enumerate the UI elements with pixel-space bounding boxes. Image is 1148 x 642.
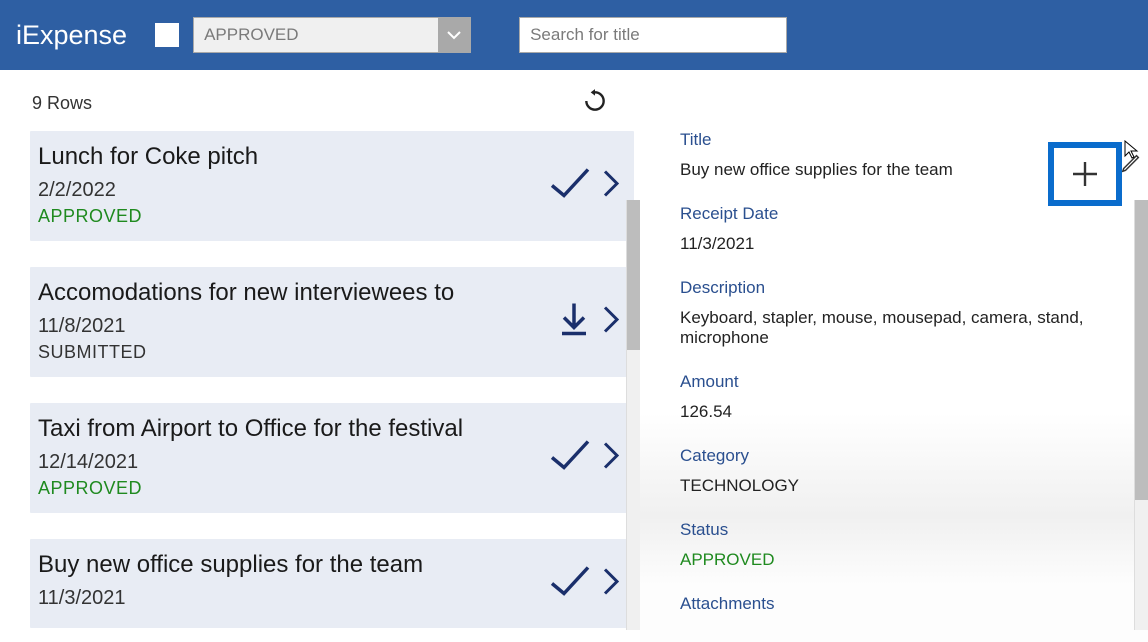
expense-card-status: SUBMITTED [38, 342, 616, 363]
expense-card-date: 11/3/2021 [38, 587, 616, 610]
expense-card-title: Taxi from Airport to Office for the fest… [38, 415, 616, 443]
expense-card[interactable]: Buy new office supplies for the team 11/3… [30, 539, 634, 628]
detail-label-attachments: Attachments [680, 594, 1118, 614]
filter-checkbox[interactable] [155, 23, 179, 47]
cursor-icon [1124, 140, 1140, 165]
list-scrollbar[interactable] [626, 200, 640, 630]
expense-card[interactable]: Accomodations for new interviewees to 11/… [30, 267, 634, 377]
expense-card[interactable]: Taxi from Airport to Office for the fest… [30, 403, 634, 513]
app-title: iExpense [16, 20, 127, 51]
filter-dropdown-value: APPROVED [194, 18, 438, 52]
chevron-right-icon[interactable] [602, 566, 620, 601]
expense-card-title: Lunch for Coke pitch [38, 143, 616, 171]
check-icon[interactable] [548, 438, 592, 479]
chevron-right-icon[interactable] [602, 441, 620, 476]
expense-card-actions [548, 438, 620, 479]
expense-card-actions [556, 300, 620, 345]
add-button[interactable] [1048, 142, 1122, 206]
detail-label-status: Status [680, 520, 1118, 540]
chevron-right-icon[interactable] [602, 305, 620, 340]
detail-value-description: Keyboard, stapler, mouse, mousepad, came… [680, 308, 1118, 348]
expense-card-status: APPROVED [38, 478, 616, 499]
expense-card-date: 2/2/2022 [38, 179, 616, 202]
expense-list-panel: 9 Rows Lunch for Coke pitch 2/2/2022 APPRO… [0, 70, 640, 642]
detail-label-amount: Amount [680, 372, 1118, 392]
expense-card-status: APPROVED [38, 206, 616, 227]
expense-card-date: 11/8/2021 [38, 315, 616, 338]
expense-card-actions [548, 166, 620, 207]
expense-card-actions [548, 563, 620, 604]
detail-value-category: TECHNOLOGY [680, 476, 1118, 496]
detail-label-receipt-date: Receipt Date [680, 204, 1118, 224]
detail-value-receipt-date: 11/3/2021 [680, 234, 1118, 254]
app-header: iExpense APPROVED [0, 0, 1148, 70]
download-icon[interactable] [556, 300, 592, 345]
check-icon[interactable] [548, 563, 592, 604]
expense-card-date: 12/14/2021 [38, 451, 616, 474]
expense-card[interactable]: Lunch for Coke pitch 2/2/2022 APPROVED [30, 131, 634, 241]
search-input[interactable] [519, 17, 787, 53]
detail-label-description: Description [680, 278, 1118, 298]
detail-scrollbar[interactable] [1134, 200, 1148, 630]
detail-value-status: APPROVED [680, 550, 1118, 570]
expense-card-title: Accomodations for new interviewees to [38, 279, 616, 307]
check-icon[interactable] [548, 166, 592, 207]
detail-value-amount: 126.54 [680, 402, 1118, 422]
row-count-label: 9 Rows [32, 93, 92, 114]
refresh-icon[interactable] [582, 88, 608, 119]
plus-icon [1069, 158, 1101, 190]
filter-dropdown[interactable]: APPROVED [193, 17, 471, 53]
chevron-right-icon[interactable] [602, 169, 620, 204]
expense-card-title: Buy new office supplies for the team [38, 551, 616, 579]
list-scrollbar-thumb[interactable] [627, 200, 640, 350]
detail-label-category: Category [680, 446, 1118, 466]
detail-scrollbar-thumb[interactable] [1135, 200, 1148, 500]
chevron-down-icon[interactable] [438, 18, 470, 52]
